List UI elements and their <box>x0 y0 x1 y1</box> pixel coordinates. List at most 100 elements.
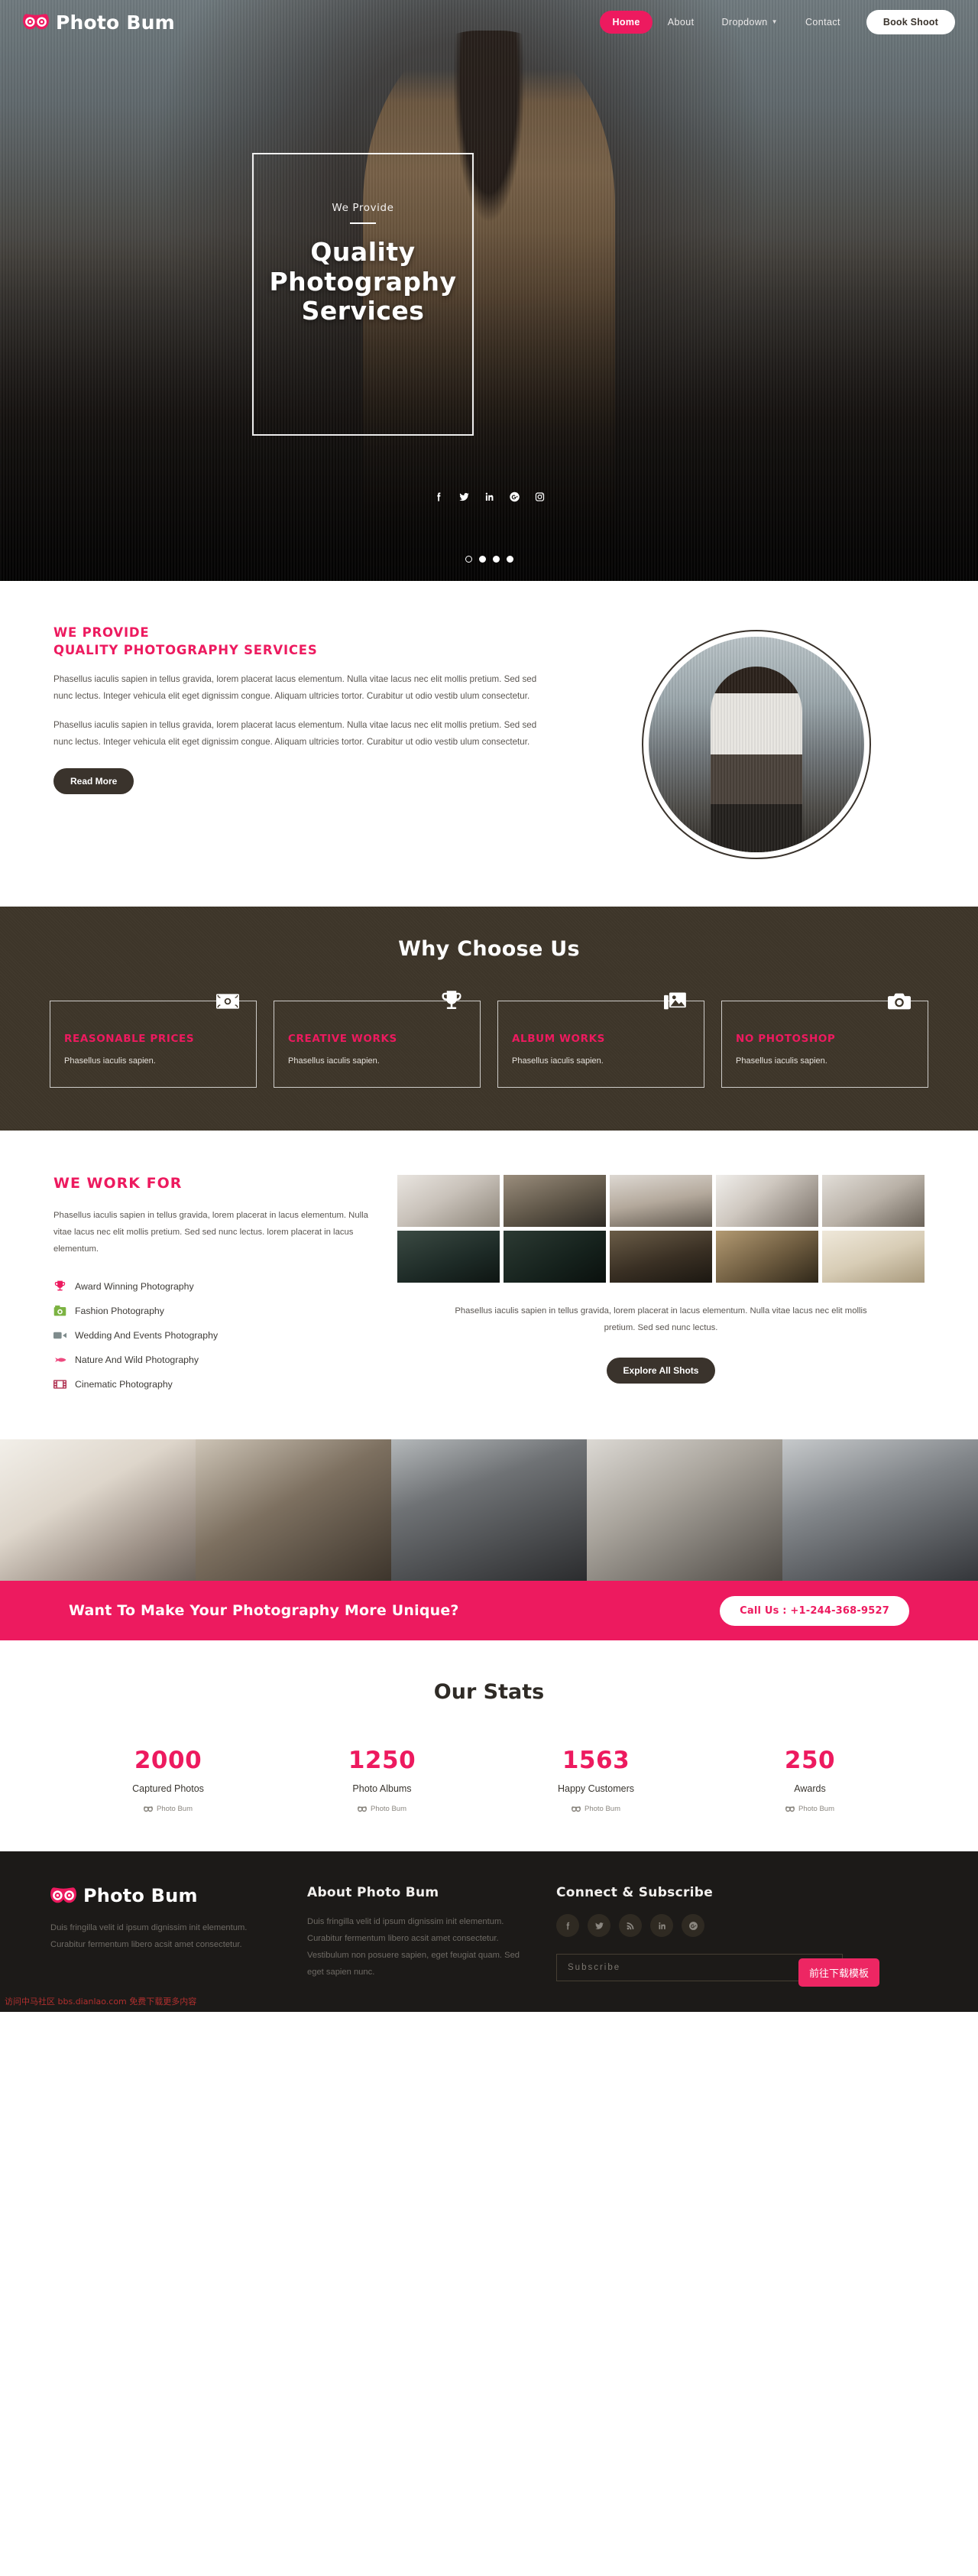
strip-photo[interactable] <box>0 1439 196 1582</box>
linkedin-icon[interactable] <box>650 1914 673 1938</box>
hero-section: Photo Bum Home About Dropdown ▼ Contact … <box>0 0 978 581</box>
why-card-album-works: ALBUM WORKS Phasellus iaculis sapien. <box>497 992 704 1088</box>
we-work-for-paragraph: Phasellus iaculis sapien in tellus gravi… <box>53 1211 368 1254</box>
nav-item-about[interactable]: About <box>656 11 707 34</box>
we-work-for-text: WE WORK FOR Phasellus iaculis sapien in … <box>53 1175 374 1397</box>
gallery-grid <box>397 1175 925 1283</box>
carousel-dot[interactable] <box>478 556 486 563</box>
we-provide-photo <box>573 625 940 859</box>
camera-icon <box>885 987 914 1016</box>
rocket-icon <box>53 1354 66 1366</box>
we-provide-section: WE PROVIDE QUALITY PHOTOGRAPHY SERVICES … <box>0 581 978 907</box>
carousel-dot[interactable] <box>492 556 500 563</box>
list-item[interactable]: Fashion Photography <box>53 1299 374 1323</box>
strip-photo[interactable] <box>782 1439 978 1582</box>
twitter-icon[interactable] <box>458 491 470 503</box>
footer-connect-column: Connect & Subscribe 前往下载模板 <box>556 1885 928 1987</box>
list-item-label: Nature And Wild Photography <box>75 1355 199 1366</box>
why-card-reasonable-prices: REASONABLE PRICES Phasellus iaculis sapi… <box>50 994 257 1088</box>
we-provide-heading: QUALITY PHOTOGRAPHY SERVICES <box>53 643 318 657</box>
why-card-title: CREATIVE WORKS <box>288 1033 397 1045</box>
footer-connect-heading: Connect & Subscribe <box>556 1885 714 1901</box>
stat-sublabel: Photo Bum <box>703 1805 917 1813</box>
footer-brand-column: Photo Bum Duis fringilla velit id ipsum … <box>50 1885 280 1981</box>
page-root: Photo Bum Home About Dropdown ▼ Contact … <box>0 0 978 2013</box>
stat-sub-text: Photo Bum <box>585 1805 620 1814</box>
facebook-icon[interactable] <box>433 491 445 503</box>
list-item[interactable]: Cinematic Photography <box>53 1372 374 1397</box>
stat-label: Happy Customers <box>557 1783 635 1795</box>
gallery-caption: Phasellus iaculis sapien in tellus gravi… <box>455 1306 867 1333</box>
call-us-button[interactable]: Call Us : +1-244-368-9527 <box>720 1595 909 1626</box>
facebook-icon[interactable] <box>556 1914 579 1938</box>
gallery-thumb[interactable] <box>504 1175 606 1228</box>
stat-sub-text: Photo Bum <box>371 1805 406 1814</box>
gallery-thumb[interactable] <box>822 1231 925 1283</box>
photo-stack-icon <box>661 987 690 1016</box>
rss-icon[interactable] <box>619 1914 642 1938</box>
gallery-thumb[interactable] <box>610 1231 712 1283</box>
footer-about-column: About Photo Bum Duis fringilla velit id … <box>307 1885 529 1981</box>
gallery-thumb[interactable] <box>716 1175 818 1228</box>
why-card-title: REASONABLE PRICES <box>64 1033 195 1045</box>
our-stats-section: Our Stats 2000 Captured Photos Photo Bum… <box>0 1640 978 1852</box>
nav-links: Home About Dropdown ▼ Contact Book Shoot <box>600 10 955 34</box>
hero-content-frame: We Provide Quality Photography Services <box>252 153 474 436</box>
stat-sublabel: Photo Bum <box>489 1805 703 1813</box>
nav-item-home[interactable]: Home <box>600 11 653 34</box>
list-item[interactable]: Wedding And Events Photography <box>53 1323 374 1348</box>
book-shoot-button[interactable]: Book Shoot <box>866 10 955 34</box>
download-template-button[interactable]: 前往下载模板 <box>798 1958 879 1987</box>
footer-brand-logo[interactable]: Photo Bum <box>50 1885 280 1906</box>
nav-label: About <box>667 17 695 28</box>
stat-label: Photo Albums <box>352 1783 412 1795</box>
we-work-for-heading: WE WORK FOR <box>53 1175 183 1192</box>
why-card-no-photoshop: NO PHOTOSHOP Phasellus iaculis sapien. <box>721 993 928 1088</box>
owl-eyes-icon <box>572 1805 581 1812</box>
footer-about-heading: About Photo Bum <box>307 1885 439 1901</box>
hero-kicker: We Provide <box>332 202 394 214</box>
gallery-thumb[interactable] <box>610 1175 712 1228</box>
list-item-label: Cinematic Photography <box>75 1379 173 1390</box>
stat-awards: 250 Awards Photo Bum <box>703 1747 917 1813</box>
we-work-for-list: Award Winning Photography Fashion Photog… <box>53 1274 374 1397</box>
nav-label: Dropdown <box>721 17 768 28</box>
footer-social-links <box>556 1914 928 1938</box>
why-card-title: ALBUM WORKS <box>512 1033 605 1045</box>
list-item-label: Fashion Photography <box>75 1306 164 1317</box>
twitter-icon[interactable] <box>588 1914 610 1938</box>
instagram-icon[interactable] <box>534 491 546 503</box>
read-more-button[interactable]: Read More <box>53 768 134 794</box>
gallery-thumb[interactable] <box>822 1175 925 1228</box>
cta-banner: Want To Make Your Photography More Uniqu… <box>0 1581 978 1641</box>
carousel-dot[interactable] <box>465 556 472 563</box>
brand-logo[interactable]: Photo Bum <box>23 11 175 34</box>
carousel-dot[interactable] <box>506 556 513 563</box>
nav-item-dropdown[interactable]: Dropdown ▼ <box>709 11 790 34</box>
stat-happy-customers: 1563 Happy Customers Photo Bum <box>489 1747 703 1813</box>
gallery-thumb[interactable] <box>397 1231 500 1283</box>
list-item[interactable]: Award Winning Photography <box>53 1274 374 1299</box>
hero-social-links <box>0 491 978 503</box>
footer-brand-name: Photo Bum <box>83 1885 198 1907</box>
stats-grid: 2000 Captured Photos Photo Bum 1250 Phot… <box>38 1747 940 1813</box>
why-card-creative-works: CREATIVE WORKS Phasellus iaculis sapien. <box>274 991 481 1088</box>
google-plus-icon[interactable] <box>509 491 520 503</box>
gallery-thumb[interactable] <box>716 1231 818 1283</box>
nav-item-contact[interactable]: Contact <box>793 11 853 34</box>
nav-label: Contact <box>805 17 840 28</box>
site-footer: Photo Bum Duis fringilla velit id ipsum … <box>0 1851 978 2013</box>
gallery-thumb[interactable] <box>397 1175 500 1228</box>
explore-all-shots-button[interactable]: Explore All Shots <box>606 1358 716 1384</box>
strip-photo[interactable] <box>391 1439 587 1582</box>
strip-photo[interactable] <box>196 1439 391 1582</box>
list-item-label: Wedding And Events Photography <box>75 1330 219 1342</box>
film-strip-icon <box>53 1378 66 1390</box>
google-plus-icon[interactable] <box>682 1914 704 1938</box>
list-item[interactable]: Nature And Wild Photography <box>53 1348 374 1372</box>
we-work-for-section: WE WORK FOR Phasellus iaculis sapien in … <box>0 1131 978 1440</box>
stat-label: Awards <box>794 1783 826 1795</box>
strip-photo[interactable] <box>587 1439 782 1582</box>
linkedin-icon[interactable] <box>484 491 495 503</box>
gallery-thumb[interactable] <box>504 1231 606 1283</box>
